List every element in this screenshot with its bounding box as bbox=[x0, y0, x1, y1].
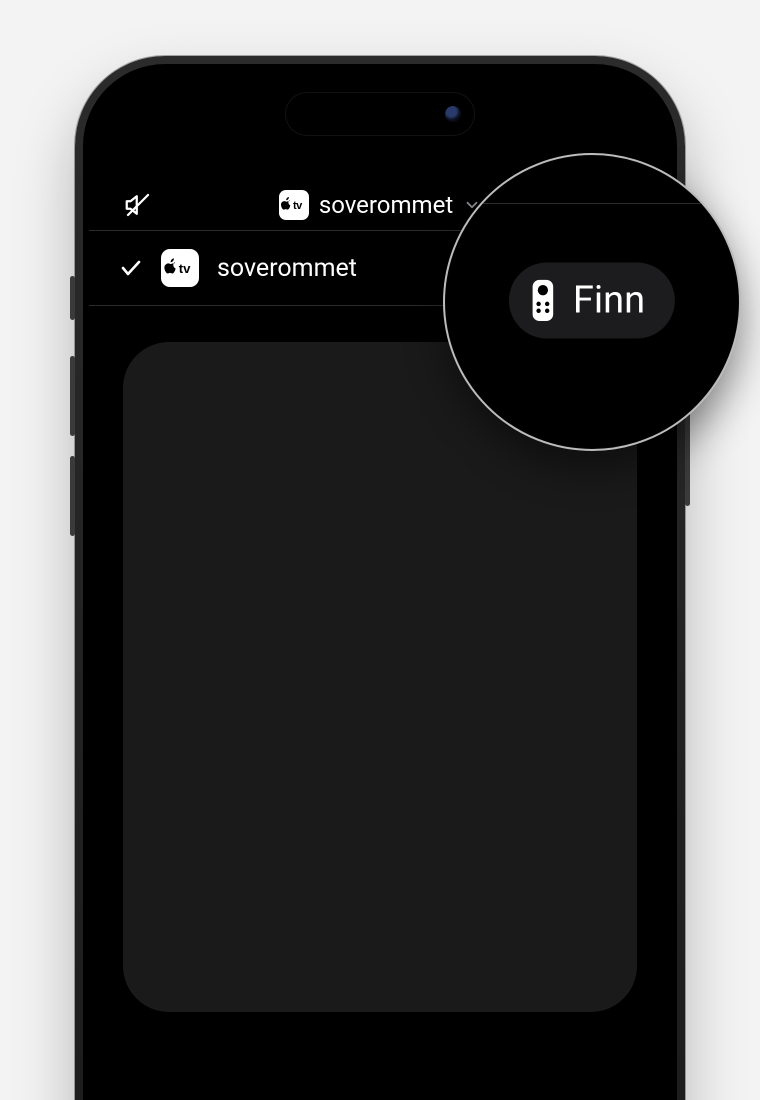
checkmark-icon bbox=[119, 256, 143, 280]
find-remote-label-zoomed: Finn bbox=[573, 278, 645, 322]
volume-down-button bbox=[70, 456, 75, 536]
magnifier-callout: Finn bbox=[443, 153, 741, 451]
selected-device-label: soverommet bbox=[319, 191, 453, 219]
find-remote-button-zoomed: Finn bbox=[509, 262, 675, 338]
apple-tv-badge-icon: tv bbox=[161, 249, 199, 287]
svg-text:tv: tv bbox=[179, 261, 191, 276]
apple-tv-badge-icon: tv bbox=[279, 190, 309, 220]
svg-text:tv: tv bbox=[293, 200, 303, 212]
device-selector[interactable]: tv soverommet bbox=[279, 190, 481, 220]
remote-icon bbox=[531, 276, 555, 324]
mute-icon[interactable] bbox=[123, 190, 153, 220]
divider bbox=[445, 203, 739, 204]
volume-up-button bbox=[70, 356, 75, 436]
action-button bbox=[70, 276, 75, 320]
